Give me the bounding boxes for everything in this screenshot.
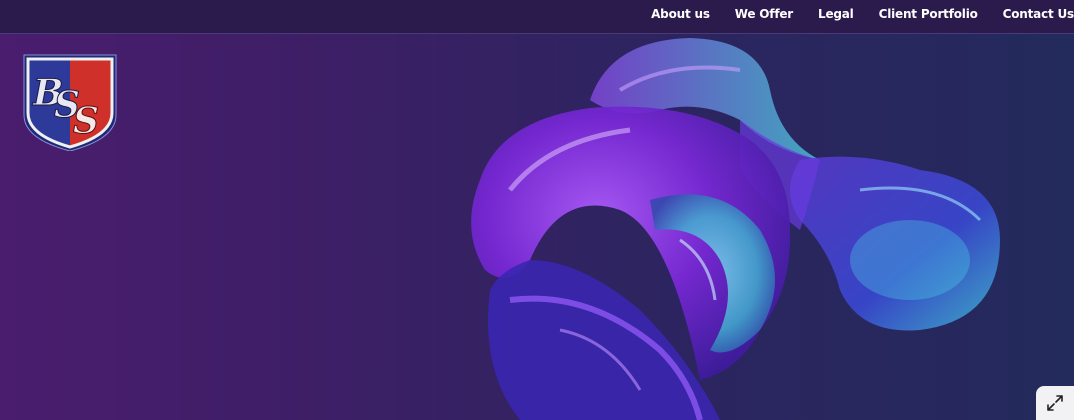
bss-logo[interactable]: B S S	[22, 53, 118, 151]
expand-icon	[1047, 395, 1063, 411]
top-navigation-bar: About us We Offer Legal Client Portfolio…	[0, 0, 1074, 34]
nav-about-us[interactable]: About us	[651, 7, 710, 21]
page: About us We Offer Legal Client Portfolio…	[0, 0, 1074, 420]
nav-we-offer[interactable]: We Offer	[735, 7, 793, 21]
nav-client-portfolio[interactable]: Client Portfolio	[879, 7, 978, 21]
nav-contact-us[interactable]: Contact Us	[1003, 7, 1074, 21]
abstract-3d-glass-shape	[471, 38, 1000, 420]
fullscreen-button[interactable]	[1036, 386, 1074, 420]
main-nav: About us We Offer Legal Client Portfolio…	[651, 0, 1074, 28]
nav-legal[interactable]: Legal	[818, 7, 854, 21]
svg-text:S: S	[73, 100, 99, 142]
